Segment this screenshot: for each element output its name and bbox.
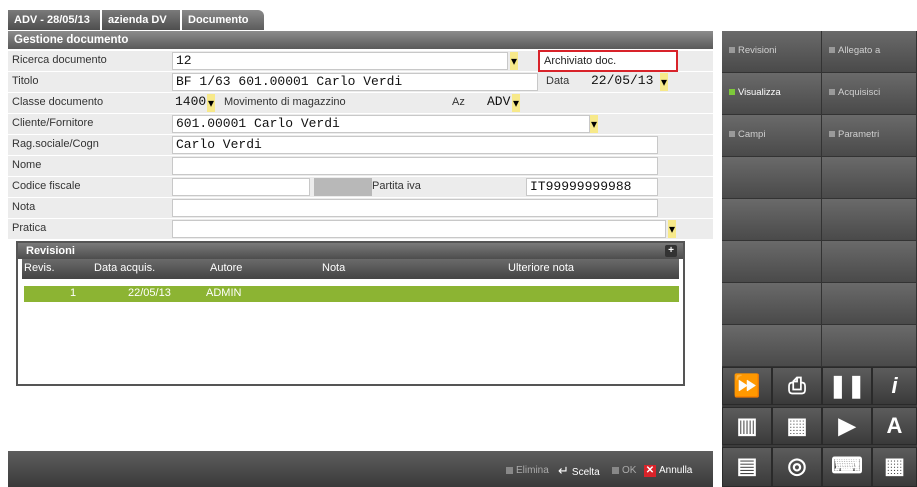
revisioni-panel: Revisioni + Revis. Data acquis. Autore N… [16,241,685,386]
document-search-icon[interactable]: ⎙ [772,367,822,405]
empty-side-button[interactable] [822,241,917,283]
pratica-input[interactable] [172,220,666,238]
revisioni-title: Revisioni [26,245,75,257]
enter-icon: ↵ [558,463,569,478]
message-icon[interactable]: ▤ [722,447,772,487]
empty-side-button[interactable] [722,325,822,367]
ragsociale-input[interactable]: Carlo Verdi [172,136,658,154]
pratica-label: Pratica [12,222,47,234]
col-revis[interactable]: Revis. [24,262,55,274]
empty-side-button[interactable] [822,199,917,241]
separator-block [314,178,372,196]
codice-fiscale-input[interactable] [172,178,310,196]
tab-bar: ADV - 28/05/13 azienda DV Documento [0,0,917,32]
nota-label: Nota [12,201,36,213]
cell-autore: ADMIN [206,287,242,299]
revisioni-header: Revisioni + [18,243,683,259]
acquisisci-button[interactable]: Acquisisci [822,73,917,115]
table-row[interactable]: 1 22/05/13 ADMIN [24,286,679,302]
visualizza-button[interactable]: Visualizza [722,73,822,115]
titolo-label: Titolo [12,75,39,87]
movimento-label: Movimento di magazzino [224,96,346,108]
elimina-button[interactable]: Elimina [506,464,549,478]
archiviato-field[interactable]: Archiviato doc. [538,50,678,72]
cliente-dropdown[interactable] [590,115,598,133]
revisioni-side-button[interactable]: Revisioni [722,31,822,73]
data-dropdown[interactable] [660,73,668,91]
col-nota[interactable]: Nota [322,262,345,274]
pause-icon[interactable]: ❚❚ [822,367,872,405]
empty-side-button[interactable] [722,241,822,283]
expand-icon[interactable]: + [665,245,677,257]
titolo-input[interactable]: BF 1/63 601.00001 Carlo Verdi [172,73,538,91]
cell-revis: 1 [70,287,77,299]
nome-input[interactable] [172,157,658,175]
ragsociale-label: Rag.sociale/Cogn [12,138,99,150]
tab-company-date[interactable]: ADV - 28/05/13 [8,10,100,30]
app-window: ADV - 28/05/13 azienda DV Documento Gest… [0,0,917,487]
tab-azienda[interactable]: azienda DV [102,10,180,30]
campi-button[interactable]: Campi [722,115,822,157]
sw-icon[interactable]: ◎ [772,447,822,487]
partita-iva-input[interactable]: IT99999999988 [526,178,658,196]
page-title: Gestione documento [8,31,713,49]
cliente-label: Cliente/Fornitore [12,117,94,129]
az-dropdown[interactable] [512,94,520,112]
cell-data: 22/05/13 [128,287,171,299]
columns-icon[interactable]: ▥ [722,407,772,445]
scelta-button[interactable]: ↵ Scelta [558,463,600,479]
fast-forward-icon[interactable]: ⏩ [722,367,772,405]
col-autore[interactable]: Autore [210,262,242,274]
calendar-icon[interactable]: ▦ [772,407,822,445]
az-input[interactable]: ADV [484,94,512,112]
font-icon[interactable]: A [872,407,917,445]
nome-label: Nome [12,159,42,171]
allegato-button[interactable]: Allegato a [822,31,917,73]
table-header: Revis. Data acquis. Autore Nota Ulterior… [22,259,679,279]
row-bg [8,93,713,113]
empty-side-button[interactable] [722,199,822,241]
close-icon: ✕ [644,465,656,477]
col-ulteriore[interactable]: Ulteriore nota [508,262,574,274]
keyboard-icon[interactable]: ⌨ [822,447,872,487]
az-label: Az [452,96,465,108]
bottom-toolbar: Elimina ↵ Scelta OK ✕ Annulla [8,451,713,487]
data-label: Data [546,75,570,87]
cliente-input[interactable]: 601.00001 Carlo Verdi [172,115,590,133]
data-input[interactable]: 22/05/13 [588,73,660,91]
ricerca-input[interactable]: 12 [172,52,508,70]
nota-input[interactable] [172,199,658,217]
classe-input[interactable]: 1400 [172,94,208,112]
classe-dropdown[interactable] [207,94,215,112]
side-panel: Revisioni Allegato a Visualizza Acquisis… [722,31,917,487]
empty-side-button[interactable] [822,283,917,325]
ok-button[interactable]: OK [612,464,636,478]
tab-documento[interactable]: Documento [182,10,264,30]
play-icon[interactable]: ▶ [822,407,872,445]
empty-side-button[interactable] [722,157,822,199]
empty-side-button[interactable] [822,325,917,367]
ricerca-label: Ricerca documento [12,54,107,66]
annulla-button[interactable]: ✕ Annulla [644,464,692,478]
info-icon[interactable]: i [872,367,917,405]
grid-icon[interactable]: ▦ [872,447,917,487]
classe-label: Classe documento [12,96,104,108]
col-data[interactable]: Data acquis. [94,262,155,274]
empty-side-button[interactable] [822,157,917,199]
pratica-dropdown[interactable] [668,220,676,238]
ricerca-dropdown[interactable] [510,52,518,70]
partita-iva-label: Partita iva [372,180,421,192]
parametri-button[interactable]: Parametri [822,115,917,157]
codice-fiscale-label: Codice fiscale [12,180,81,192]
empty-side-button[interactable] [722,283,822,325]
